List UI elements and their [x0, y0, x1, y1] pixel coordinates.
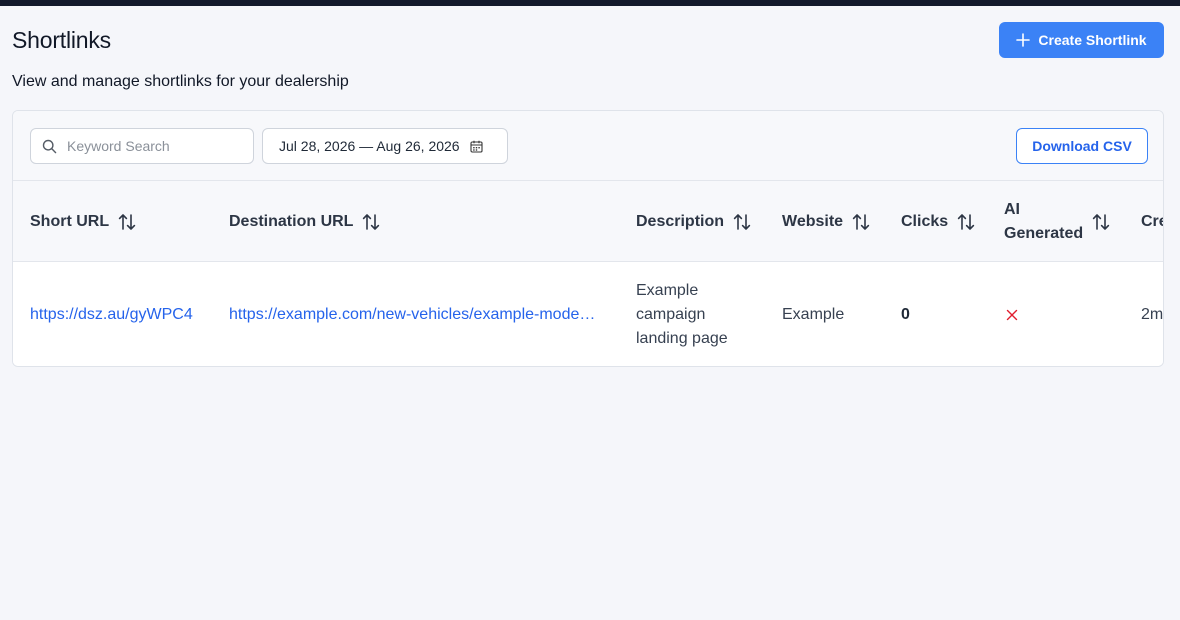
website-text: Example	[782, 305, 845, 323]
column-header-clicks[interactable]: Clicks	[901, 181, 975, 262]
cell-website: Example	[782, 262, 845, 366]
table-row: https://dsz.au/gyWPC4 https://example.co…	[13, 262, 1164, 366]
cell-ai-generated	[1006, 262, 1018, 366]
column-header-description[interactable]: Description	[636, 181, 751, 262]
column-label: Website	[782, 212, 844, 230]
plus-icon	[1016, 33, 1031, 47]
short-url-link[interactable]: https://dsz.au/gyWPC4	[30, 306, 193, 324]
cell-clicks: 0	[901, 262, 910, 366]
date-range-picker[interactable]: Jul 28, 2026 — Aug 26, 2026	[262, 128, 508, 164]
column-label: Cre	[1141, 212, 1163, 230]
search-icon	[42, 139, 57, 154]
column-header-created[interactable]: Cre	[1141, 181, 1163, 262]
sort-icon[interactable]	[852, 213, 870, 231]
created-text: 2m	[1141, 305, 1164, 323]
column-label-line: Generated	[1004, 224, 1084, 242]
destination-url-link[interactable]: https://example.com/new-vehicles/example…	[229, 306, 595, 324]
calendar-icon	[470, 140, 483, 153]
table-header: Short URL Destination URL Description We…	[13, 181, 1163, 262]
description-text: Example campaign landing page	[636, 281, 728, 347]
cell-description: Example campaign landing page	[636, 262, 746, 366]
sort-icon[interactable]	[733, 213, 751, 231]
column-header-website[interactable]: Website	[782, 181, 870, 262]
search-box[interactable]	[30, 128, 254, 164]
page-subtitle: View and manage shortlinks for your deal…	[12, 73, 349, 90]
create-shortlink-button[interactable]: Create Shortlink	[999, 22, 1164, 58]
column-label: Short URL	[30, 212, 110, 230]
sort-icon[interactable]	[1092, 213, 1110, 231]
create-shortlink-label: Create Shortlink	[1038, 32, 1147, 48]
date-range-value: Jul 28, 2026 — Aug 26, 2026	[279, 138, 460, 154]
search-input[interactable]	[67, 138, 237, 154]
sort-icon[interactable]	[362, 213, 380, 231]
x-icon	[1006, 309, 1018, 321]
column-label: Destination URL	[229, 212, 354, 230]
top-bar	[0, 0, 1180, 6]
clicks-count: 0	[901, 305, 910, 323]
column-label: Clicks	[901, 212, 949, 230]
sort-icon[interactable]	[957, 213, 975, 231]
cell-short-url: https://dsz.au/gyWPC4	[30, 262, 193, 366]
page-title: Shortlinks	[12, 27, 111, 53]
column-header-destination-url[interactable]: Destination URL	[229, 181, 380, 262]
column-header-ai-generated[interactable]: AI Generated	[1004, 181, 1110, 262]
cell-created: 2m	[1141, 262, 1164, 366]
cell-destination-url: https://example.com/new-vehicles/example…	[229, 262, 595, 366]
download-csv-button[interactable]: Download CSV	[1016, 128, 1148, 164]
sort-icon[interactable]	[118, 213, 136, 231]
shortlinks-card: Jul 28, 2026 — Aug 26, 2026 Download CSV…	[12, 110, 1164, 367]
column-label: AI Generated	[1004, 198, 1083, 246]
column-label-line: AI	[1004, 200, 1020, 218]
column-header-short-url[interactable]: Short URL	[30, 181, 136, 262]
column-label: Description	[636, 212, 725, 230]
table-toolbar: Jul 28, 2026 — Aug 26, 2026 Download CSV	[13, 111, 1163, 181]
